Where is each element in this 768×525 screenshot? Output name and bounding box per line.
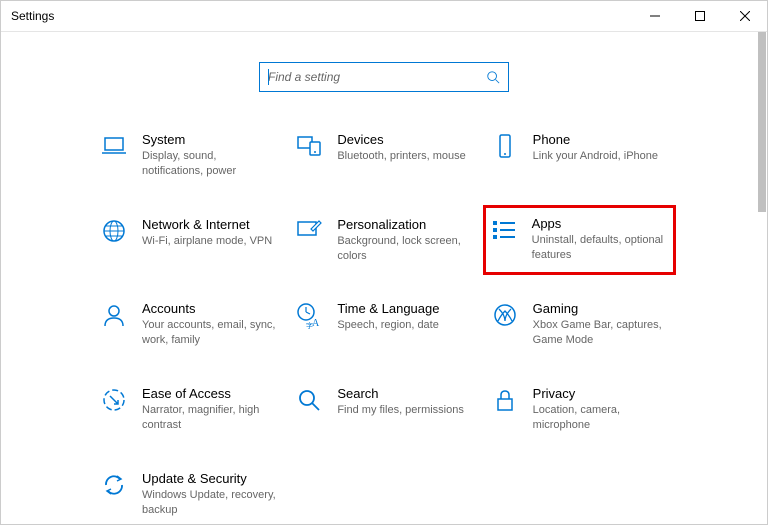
tile-apps[interactable]: Apps Uninstall, defaults, optional featu… xyxy=(483,205,676,276)
tile-title: Search xyxy=(337,386,472,401)
tile-desc: Xbox Game Bar, captures, Game Mode xyxy=(533,318,668,348)
minimize-button[interactable] xyxy=(632,1,677,31)
tile-ease-of-access[interactable]: Ease of Access Narrator, magnifier, high… xyxy=(96,382,281,437)
tile-system[interactable]: System Display, sound, notifications, po… xyxy=(96,128,281,183)
tile-desc: Windows Update, recovery, backup xyxy=(142,488,277,518)
tile-personalization[interactable]: Personalization Background, lock screen,… xyxy=(291,213,476,268)
close-button[interactable] xyxy=(722,1,767,31)
tile-title: Devices xyxy=(337,132,472,147)
tile-title: Time & Language xyxy=(337,301,472,316)
search-container xyxy=(1,62,767,92)
tile-network[interactable]: Network & Internet Wi-Fi, airplane mode,… xyxy=(96,213,281,268)
apps-list-icon xyxy=(490,216,518,244)
ease-of-access-icon xyxy=(100,386,128,414)
lock-icon xyxy=(491,386,519,414)
sync-icon xyxy=(100,471,128,499)
tile-title: System xyxy=(142,132,277,147)
search-input[interactable] xyxy=(268,70,486,84)
tile-accounts[interactable]: Accounts Your accounts, email, sync, wor… xyxy=(96,297,281,352)
tile-desc: Your accounts, email, sync, work, family xyxy=(142,318,277,348)
tile-title: Privacy xyxy=(533,386,668,401)
tile-devices[interactable]: Devices Bluetooth, printers, mouse xyxy=(291,128,476,183)
tile-desc: Wi-Fi, airplane mode, VPN xyxy=(142,234,277,249)
titlebar: Settings xyxy=(1,1,767,31)
tile-title: Ease of Access xyxy=(142,386,277,401)
devices-icon xyxy=(295,132,323,160)
tile-desc: Speech, region, date xyxy=(337,318,472,333)
search-icon xyxy=(486,70,500,84)
settings-grid: System Display, sound, notifications, po… xyxy=(1,128,767,524)
tile-title: Update & Security xyxy=(142,471,277,486)
svg-text:A: A xyxy=(312,318,320,329)
magnifier-icon xyxy=(295,386,323,414)
tile-desc: Narrator, magnifier, high contrast xyxy=(142,403,277,433)
tile-title: Gaming xyxy=(533,301,668,316)
tile-title: Personalization xyxy=(337,217,472,232)
tile-search[interactable]: Search Find my files, permissions xyxy=(291,382,476,437)
tile-title: Phone xyxy=(533,132,668,147)
tile-update-security[interactable]: Update & Security Windows Update, recove… xyxy=(96,467,281,522)
tile-gaming[interactable]: Gaming Xbox Game Bar, captures, Game Mod… xyxy=(487,297,672,352)
search-box[interactable] xyxy=(259,62,509,92)
window-title: Settings xyxy=(11,9,54,23)
maximize-button[interactable] xyxy=(677,1,722,31)
paintbrush-icon xyxy=(295,217,323,245)
tile-desc: Location, camera, microphone xyxy=(533,403,668,433)
xbox-icon xyxy=(491,301,519,329)
window-controls xyxy=(632,1,767,31)
vertical-scrollbar[interactable] xyxy=(758,32,766,212)
tile-title: Apps xyxy=(532,216,669,231)
tile-time-language[interactable]: A字 Time & Language Speech, region, date xyxy=(291,297,476,352)
tile-privacy[interactable]: Privacy Location, camera, microphone xyxy=(487,382,672,437)
laptop-icon xyxy=(100,132,128,160)
phone-icon xyxy=(491,132,519,160)
tile-desc: Uninstall, defaults, optional features xyxy=(532,233,669,263)
text-cursor xyxy=(268,69,269,85)
tile-title: Network & Internet xyxy=(142,217,277,232)
tile-phone[interactable]: Phone Link your Android, iPhone xyxy=(487,128,672,183)
tile-desc: Find my files, permissions xyxy=(337,403,472,418)
person-icon xyxy=(100,301,128,329)
tile-desc: Display, sound, notifications, power xyxy=(142,149,277,179)
time-language-icon: A字 xyxy=(295,301,323,329)
tile-desc: Link your Android, iPhone xyxy=(533,149,668,164)
globe-icon xyxy=(100,217,128,245)
svg-text:字: 字 xyxy=(306,321,313,329)
tile-desc: Bluetooth, printers, mouse xyxy=(337,149,472,164)
content-area: System Display, sound, notifications, po… xyxy=(1,32,767,524)
tile-title: Accounts xyxy=(142,301,277,316)
tile-desc: Background, lock screen, colors xyxy=(337,234,472,264)
